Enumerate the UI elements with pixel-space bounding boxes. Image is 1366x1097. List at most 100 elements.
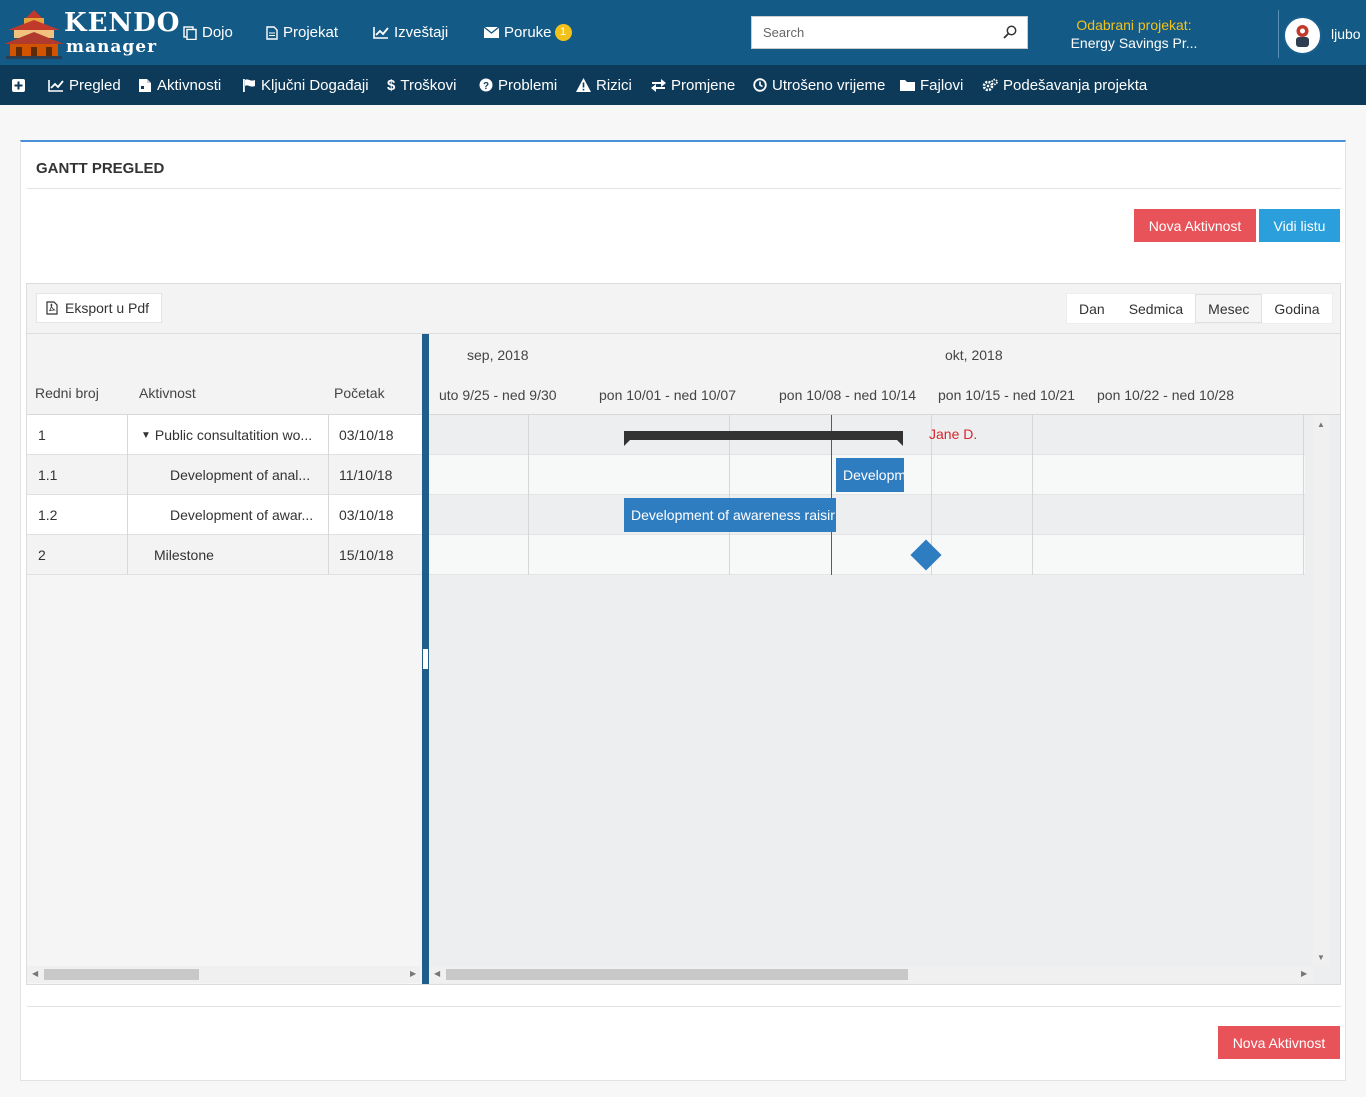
column-header-start[interactable]: Početak	[334, 385, 385, 401]
subnav-promjene[interactable]: Promjene	[651, 65, 735, 105]
tasks-icon	[138, 78, 152, 93]
topnav-izvestaji[interactable]: Izveštaji	[373, 0, 448, 65]
topnav-izvestaji-label: Izveštaji	[394, 24, 449, 41]
column-header-activity[interactable]: Aktivnost	[139, 385, 196, 401]
view-list-button[interactable]: Vidi listu	[1259, 209, 1340, 242]
selected-project[interactable]: Odabrani projekat: Energy Savings Pr...	[1060, 16, 1208, 52]
document-icon	[266, 25, 278, 40]
project-subnav: Pregled Aktivnosti Ključni Događaji $ Tr…	[0, 65, 1366, 105]
row-number: 1	[38, 427, 46, 443]
clock-icon	[753, 78, 767, 92]
subnav-add[interactable]	[12, 65, 30, 105]
table-row[interactable]: 2 Milestone 15/10/18	[27, 535, 422, 575]
svg-text:?: ?	[483, 81, 489, 92]
subnav-troskovi[interactable]: $ Troškovi	[387, 65, 456, 105]
subnav-promjene-label: Promjene	[671, 76, 736, 94]
scroll-down-icon[interactable]: ▼	[1317, 953, 1325, 962]
view-switcher: Dan Sedmica Mesec Godina	[1066, 293, 1333, 324]
exchange-icon	[651, 78, 666, 92]
logo[interactable]: KENDO manager	[4, 6, 179, 60]
new-activity-button[interactable]: Nova Aktivnost	[1134, 209, 1256, 242]
folder-icon	[900, 79, 915, 91]
week-label: pon 10/22 - ned 10/28	[1097, 387, 1235, 403]
subnav-kljucni-dogadjaji[interactable]: Ključni Događaji	[242, 65, 369, 105]
divider	[27, 188, 1341, 189]
temple-logo-icon	[4, 10, 64, 59]
messages-badge: 1	[554, 24, 572, 41]
topnav-dojo-label: Dojo	[202, 24, 233, 41]
search-icon[interactable]	[1003, 25, 1017, 42]
grid-line	[1303, 415, 1304, 575]
username[interactable]: ljubo	[1331, 26, 1361, 42]
envelope-icon	[484, 27, 499, 38]
divider	[328, 455, 329, 495]
dollar-icon: $	[387, 76, 396, 94]
scroll-up-icon[interactable]: ▲	[1317, 420, 1325, 429]
export-pdf-label: Eksport u Pdf	[65, 300, 150, 316]
view-day[interactable]: Dan	[1067, 294, 1117, 323]
subnav-rizici[interactable]: Rizici	[576, 65, 632, 105]
new-activity-bottom-button[interactable]: Nova Aktivnost	[1218, 1026, 1340, 1059]
pane-splitter[interactable]	[422, 334, 429, 984]
topnav-projekat-label: Projekat	[283, 24, 339, 41]
brand-name: KENDO	[64, 8, 181, 38]
row-number: 2	[38, 547, 46, 563]
scrollbar-thumb[interactable]	[446, 969, 908, 980]
column-header-number[interactable]: Redni broj	[35, 385, 99, 401]
row-activity-label: Public consultatition wo...	[154, 427, 313, 443]
pdf-file-icon	[46, 301, 58, 315]
splitter-grip[interactable]	[423, 649, 428, 669]
caret-down-icon[interactable]: ▼	[141, 430, 151, 441]
task-bar[interactable]: Developm	[836, 458, 904, 492]
month-label: okt, 2018	[945, 347, 1003, 363]
divider	[328, 495, 329, 535]
subnav-problemi[interactable]: ? Problemi	[479, 65, 557, 105]
task-list-scrollbar[interactable]: ◀ ▶	[27, 966, 420, 983]
week-label: uto 9/25 - ned 9/30	[439, 387, 557, 403]
search-box	[751, 16, 1028, 49]
topnav-projekat[interactable]: Projekat	[266, 0, 338, 65]
row-activity: Milestone	[154, 547, 214, 563]
task-bar[interactable]: Development of awareness raisir	[624, 498, 836, 532]
table-row[interactable]: 1 ▼ Public consultatition wo... 03/10/18	[27, 415, 422, 455]
subnav-podesavanja-projekta-label: Podešavanja projekta	[1003, 76, 1148, 94]
view-week[interactable]: Sedmica	[1117, 294, 1195, 323]
question-circle-icon: ?	[479, 78, 493, 92]
week-label: pon 10/08 - ned 10/14	[779, 387, 917, 403]
topnav-poruke[interactable]: Poruke 1	[484, 0, 572, 65]
table-row[interactable]: 1.2 Development of awar... 03/10/18	[27, 495, 422, 535]
view-year[interactable]: Godina	[1262, 294, 1331, 323]
timeline-vertical-scrollbar[interactable]: ▲ ▼	[1313, 415, 1330, 965]
search-input[interactable]	[752, 17, 992, 48]
topnav-poruke-label: Poruke	[504, 24, 552, 41]
row-start: 03/10/18	[339, 427, 394, 443]
cogs-icon	[982, 78, 998, 92]
subnav-utroseno-vrijeme-label: Utrošeno vrijeme	[772, 76, 886, 94]
subnav-aktivnosti[interactable]: Aktivnosti	[138, 65, 221, 105]
chart-line-icon	[373, 26, 389, 39]
grid-line	[528, 415, 529, 575]
scroll-left-icon[interactable]: ◀	[434, 969, 440, 978]
scroll-left-icon[interactable]: ◀	[32, 969, 38, 978]
subnav-utroseno-vrijeme[interactable]: Utrošeno vrijeme	[753, 65, 885, 105]
scroll-right-icon[interactable]: ▶	[1301, 969, 1307, 978]
subnav-podesavanja-projekta[interactable]: Podešavanja projekta	[982, 65, 1147, 105]
avatar[interactable]	[1283, 16, 1322, 55]
flag-icon	[242, 78, 256, 92]
scrollbar-thumb[interactable]	[44, 969, 199, 980]
subnav-fajlovi[interactable]: Fajlovi	[900, 65, 963, 105]
summary-bar[interactable]	[624, 431, 903, 446]
subnav-pregled[interactable]: Pregled	[48, 65, 121, 105]
subnav-aktivnosti-label: Aktivnosti	[157, 76, 222, 94]
topnav-dojo[interactable]: Dojo	[183, 0, 233, 65]
selected-project-label: Odabrani projekat:	[1076, 17, 1192, 33]
scroll-right-icon[interactable]: ▶	[410, 969, 416, 978]
export-pdf-button[interactable]: Eksport u Pdf	[36, 293, 162, 323]
divider	[127, 535, 128, 575]
gantt-chart: Eksport u Pdf Dan Sedmica Mesec Godina R…	[26, 283, 1341, 985]
table-row[interactable]: 1.1 Development of anal... 11/10/18	[27, 455, 422, 495]
week-label: pon 10/01 - ned 10/07	[599, 387, 737, 403]
timeline-horizontal-scrollbar[interactable]: ◀ ▶	[429, 966, 1313, 983]
view-month[interactable]: Mesec	[1195, 294, 1263, 323]
selected-project-name: Energy Savings Pr...	[1070, 35, 1198, 51]
